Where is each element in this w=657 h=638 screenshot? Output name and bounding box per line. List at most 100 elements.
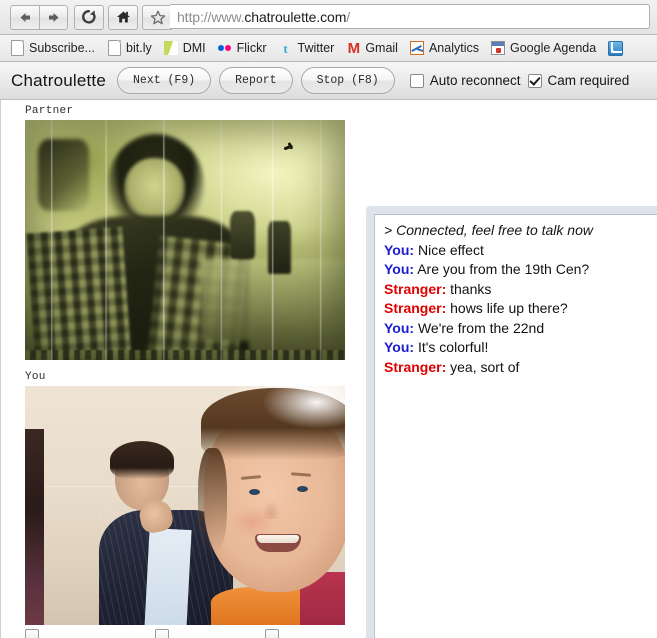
partner-video-object-right-1 <box>229 211 256 260</box>
you-video-woman-eye-left <box>249 488 260 495</box>
url-scheme: http://www. <box>177 8 245 25</box>
chat-message-system: > Connected, feel free to talk now <box>384 221 657 241</box>
chat-message: You: It's colorful! <box>384 338 657 358</box>
next-button[interactable]: Next (F9) <box>117 67 212 94</box>
cam-required-label: Cam required <box>547 73 630 88</box>
bookmark-analytics[interactable]: Analytics <box>409 37 479 59</box>
partner-video-bottom-strip <box>25 350 345 360</box>
address-bar[interactable]: http://www. chatroulette.com / <box>170 4 650 29</box>
chat-message: You: We're from the 22nd <box>384 319 657 339</box>
chat-message-author: You: <box>384 339 415 355</box>
you-video-man-hair <box>109 440 174 480</box>
chat-message-author: You: <box>384 261 415 277</box>
browser-window: http://www. chatroulette.com / Subscribe..… <box>0 0 657 638</box>
bookmark-subscribe[interactable]: Subscribe... <box>9 37 95 59</box>
bookmark-gmail[interactable]: M Gmail <box>345 37 398 59</box>
browser-toolbar: http://www. chatroulette.com / <box>0 0 657 35</box>
video-options-row <box>25 629 355 638</box>
url-path: / <box>346 8 351 25</box>
star-icon <box>150 10 166 25</box>
bookmark-star-button[interactable] <box>142 4 172 30</box>
bookmark-label: Analytics <box>428 41 479 55</box>
partner-video-stream[interactable] <box>25 120 345 360</box>
chat-message-text: Nice effect <box>417 241 484 258</box>
rss-feed-icon <box>607 40 623 56</box>
chat-message-prefix: > <box>384 222 397 238</box>
chatroulette-header: Chatroulette Next (F9) Report Stop (F8) … <box>0 62 657 100</box>
chat-message: You: Nice effect <box>384 241 657 261</box>
video-option-checkbox-2[interactable] <box>155 629 169 638</box>
chat-message-text: We're from the 22nd <box>417 319 545 336</box>
twitter-bird-icon: t <box>283 40 288 56</box>
bookmark-label: Flickr <box>236 41 267 55</box>
bookmark-rss[interactable] <box>607 37 627 59</box>
home-icon <box>116 10 131 24</box>
you-video-light-glare <box>261 386 345 430</box>
chat-message-author: Stranger: <box>384 358 447 375</box>
bookmark-bitly[interactable]: bit.ly <box>106 37 152 59</box>
partner-video-object-right-2 <box>268 220 291 274</box>
chat-message-text: yea, sort of <box>450 358 520 375</box>
auto-reconnect-label: Auto reconnect <box>429 73 521 88</box>
you-video-woman-nose <box>261 500 280 519</box>
you-video-man-shirt <box>143 528 191 625</box>
chat-message-text: Connected, feel free to talk now <box>396 222 593 238</box>
chat-message-author: You: <box>384 319 415 336</box>
auto-reconnect-checkbox[interactable]: Auto reconnect <box>409 73 521 88</box>
stop-button[interactable]: Stop (F8) <box>300 67 395 94</box>
you-video-woman-teeth <box>257 535 300 544</box>
chat-message-text: Are you from the 19th Cen? <box>417 261 590 277</box>
site-logo: Chatroulette <box>11 70 107 90</box>
chat-message-text: It's colorful! <box>417 339 489 355</box>
video-option-checkbox-1[interactable] <box>25 629 39 638</box>
flickr-dots-icon <box>217 40 233 56</box>
chat-message-text: thanks <box>450 280 492 297</box>
bookmark-dmi[interactable]: DMI <box>163 37 206 59</box>
bookmark-twitter[interactable]: t Twitter <box>278 37 335 59</box>
you-video-woman-hair-side <box>197 448 227 554</box>
back-button[interactable] <box>10 4 39 30</box>
chat-message-author: You: <box>384 241 415 258</box>
arrow-right-icon <box>46 11 61 24</box>
reload-button[interactable] <box>74 4 104 30</box>
you-video-left-person <box>25 429 45 625</box>
you-video-stream[interactable] <box>25 386 345 625</box>
chat-message: Stranger: hows life up there? <box>384 299 657 319</box>
report-button[interactable]: Report <box>219 67 293 94</box>
forward-button[interactable] <box>39 4 68 30</box>
bookmarks-bar: Subscribe... bit.ly DMI Flickr t Twitter… <box>0 35 657 62</box>
chat-message: You: Are you from the 19th Cen? <box>384 260 657 280</box>
partner-video-label: Partner <box>25 105 74 117</box>
partner-video-object-left <box>37 139 89 212</box>
document-icon <box>9 40 25 56</box>
partner-video-person-face <box>124 158 185 221</box>
bookmark-label: Twitter <box>297 41 335 55</box>
checkbox-box[interactable] <box>527 73 542 88</box>
calendar-icon <box>490 40 506 56</box>
dmi-icon <box>163 40 179 56</box>
document-icon <box>106 40 122 56</box>
url-host: chatroulette.com <box>244 8 347 25</box>
bookmark-flickr[interactable]: Flickr <box>217 37 267 59</box>
analytics-chart-icon <box>409 40 425 56</box>
chat-message-text: hows life up there? <box>450 300 568 316</box>
navigation-buttons <box>10 4 172 30</box>
you-video-woman-mouth <box>255 534 302 553</box>
chat-message: Stranger: thanks <box>384 280 657 300</box>
checkbox-box[interactable] <box>409 73 424 88</box>
gmail-envelope-icon: M <box>347 39 360 57</box>
bookmark-google-agenda[interactable]: Google Agenda <box>490 37 596 59</box>
partner-video-plaid-left <box>26 227 132 360</box>
chat-panel: > Connected, feel free to talk now You: … <box>366 206 657 638</box>
video-option-checkbox-3[interactable] <box>265 629 279 638</box>
bookmark-label: DMI <box>182 41 206 55</box>
bookmark-label: Subscribe... <box>29 41 96 55</box>
arrow-left-icon <box>18 11 33 24</box>
chat-message-log[interactable]: > Connected, feel free to talk now You: … <box>374 214 657 638</box>
cam-required-checkbox[interactable]: Cam required <box>527 73 630 88</box>
chat-message: Stranger: yea, sort of <box>384 358 657 378</box>
bookmark-label: Google Agenda <box>510 41 597 55</box>
home-button[interactable] <box>108 4 138 30</box>
reload-icon <box>81 9 97 25</box>
bookmark-label: Gmail <box>365 41 398 55</box>
